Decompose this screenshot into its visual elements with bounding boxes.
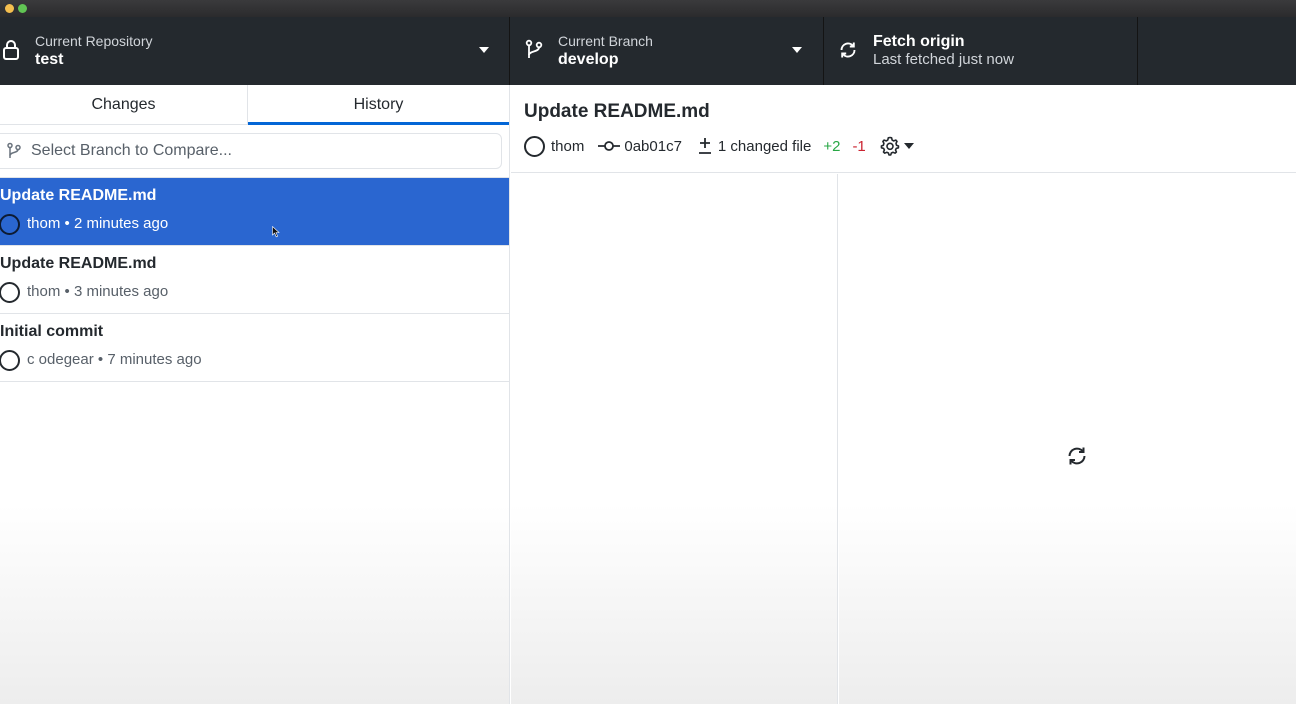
changed-files-count: 1 changed file xyxy=(717,137,812,155)
tab-history[interactable]: History xyxy=(248,85,509,125)
diff-icon xyxy=(698,138,711,154)
chevron-down-icon xyxy=(903,143,914,149)
meta-separator: • xyxy=(64,283,74,300)
sidebar: Changes History Update README.md thom • … xyxy=(0,85,510,704)
chevron-down-icon xyxy=(479,47,489,53)
commit-title: Update README.md xyxy=(0,187,157,204)
commit-meta-row: thom 0ab01c7 1 changed file +2 -1 xyxy=(524,135,914,157)
repository-name: test xyxy=(35,51,64,68)
commit-time: 3 minutes ago xyxy=(73,283,169,300)
lines-added: +2 xyxy=(823,137,841,155)
git-branch-icon xyxy=(525,39,543,58)
diff-view xyxy=(839,174,1296,704)
commit-meta: thom • 2 minutes ago xyxy=(27,214,168,234)
commit-sha: 0ab01c7 xyxy=(624,137,682,155)
avatar xyxy=(0,214,20,235)
commit-meta: c odegear • 7 minutes ago xyxy=(27,350,202,370)
git-commit-icon xyxy=(598,141,621,151)
commit-author: thom xyxy=(551,137,585,155)
app-toolbar: Current Repository test Current Branch d… xyxy=(0,17,1296,85)
commit-title: Initial commit xyxy=(0,323,104,340)
minimize-window-button[interactable] xyxy=(5,4,14,13)
changed-files-list xyxy=(511,174,838,704)
commit-summary-title: Update README.md xyxy=(524,101,710,122)
commit-author: c odegear xyxy=(27,351,94,368)
compare-branch-input[interactable] xyxy=(31,134,491,168)
commit-summary-header: Update README.md thom 0ab01c7 1 changed … xyxy=(511,85,1296,173)
avatar xyxy=(524,135,545,157)
chevron-down-icon xyxy=(792,47,802,53)
lines-removed: -1 xyxy=(852,137,866,155)
meta-separator: • xyxy=(97,351,108,368)
gear-icon xyxy=(880,136,900,156)
last-fetched-status: Last fetched just now xyxy=(873,51,1014,68)
commit-author-info: thom xyxy=(524,135,585,157)
commit-title: Update README.md xyxy=(0,255,157,272)
sidebar-tabs: Changes History xyxy=(0,85,509,125)
tab-changes[interactable]: Changes xyxy=(0,85,248,124)
lock-icon xyxy=(3,40,19,60)
repository-picker[interactable]: Current Repository test xyxy=(0,17,510,85)
compare-branch-field[interactable] xyxy=(0,133,502,169)
window-titlebar xyxy=(0,0,1296,17)
commit-list-item[interactable]: Initial commit c odegear • 7 minutes ago xyxy=(0,314,509,382)
diff-settings-button[interactable] xyxy=(880,136,914,156)
repository-label: Current Repository xyxy=(35,33,153,49)
git-branch-icon xyxy=(7,142,21,158)
mouse-cursor-icon xyxy=(272,226,280,238)
avatar xyxy=(0,282,20,303)
fetch-origin-label: Fetch origin xyxy=(873,33,965,50)
commit-list-item[interactable]: Update README.md thom • 3 minutes ago xyxy=(0,246,509,314)
zoom-window-button[interactable] xyxy=(18,4,27,13)
compare-branch-bar xyxy=(0,125,509,178)
commit-sha-info[interactable]: 0ab01c7 xyxy=(598,137,682,155)
sync-icon xyxy=(840,42,856,58)
sync-spinner-icon xyxy=(1068,447,1086,465)
branch-label: Current Branch xyxy=(558,33,653,49)
meta-separator: • xyxy=(64,215,74,232)
commit-meta: thom • 3 minutes ago xyxy=(27,282,168,302)
avatar xyxy=(0,350,20,371)
commit-author: thom xyxy=(27,215,61,232)
fetch-origin-button[interactable]: Fetch origin Last fetched just now xyxy=(824,17,1138,85)
commit-author: thom xyxy=(27,283,61,300)
branch-name: develop xyxy=(558,51,619,68)
branch-picker[interactable]: Current Branch develop xyxy=(510,17,824,85)
changed-files-info: 1 changed file xyxy=(696,137,811,155)
commit-time: 7 minutes ago xyxy=(107,351,202,368)
commit-list-item[interactable]: Update README.md thom • 2 minutes ago xyxy=(0,178,509,246)
commit-time: 2 minutes ago xyxy=(73,215,169,232)
